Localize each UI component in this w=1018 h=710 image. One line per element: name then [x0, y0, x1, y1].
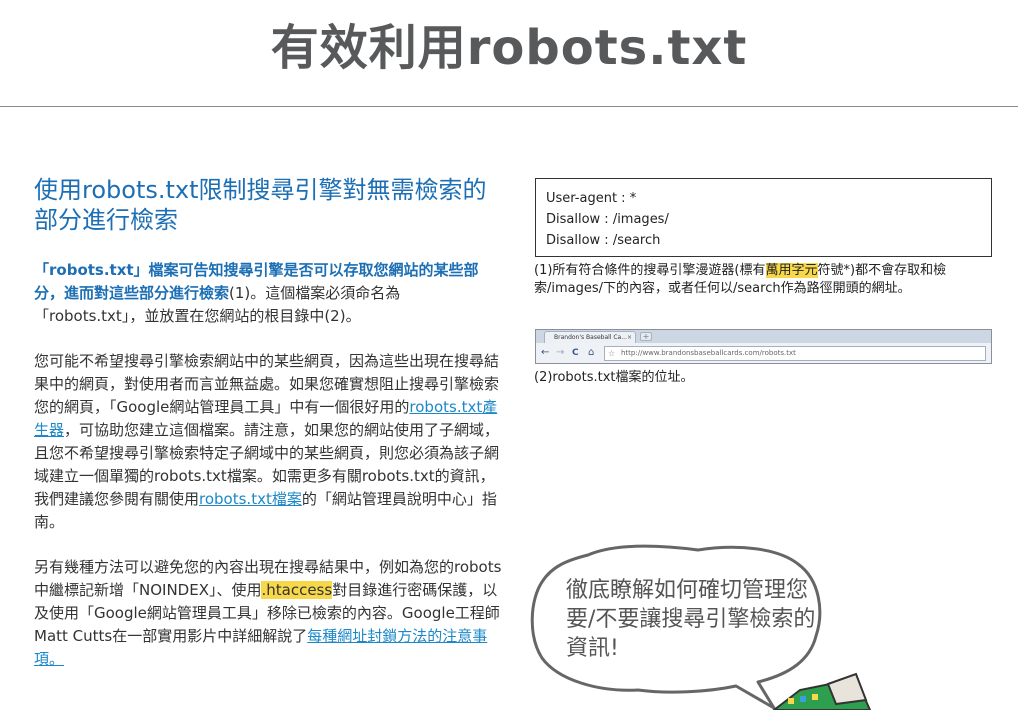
- section-heading: 使用robots.txt限制搜尋引擎對無需檢索的部分進行檢索: [34, 176, 487, 234]
- code-line: Disallow : /search: [546, 233, 661, 248]
- robots-code-example: User-agent : * Disallow : /images/ Disal…: [535, 178, 992, 257]
- paragraph-generator: 您可能不希望搜尋引擎檢索網站中的某些網頁，因為這些出現在搜尋結果中的網頁，對使用…: [34, 350, 502, 534]
- code-caption: (1)所有符合條件的搜尋引擎漫遊器(標有萬用字元符號*)都不會存取和檢索/ima…: [534, 262, 1004, 298]
- browser-screenshot: Brandon's Baseball Ca... × + ← → C ⌂ ☆ h…: [535, 329, 992, 364]
- mascot-illustration: [772, 672, 872, 710]
- browser-tab: Brandon's Baseball Ca... ×: [544, 331, 636, 343]
- address-url: http://www.brandonsbaseballcards.com/rob…: [621, 349, 796, 357]
- browser-nav-bar: ← → C ⌂ ☆ http://www.brandonsbaseballcar…: [536, 343, 991, 363]
- forward-arrow-icon: →: [556, 347, 565, 358]
- address-bar: ☆ http://www.brandonsbaseballcards.com/r…: [604, 346, 986, 361]
- paragraph-intro: 「robots.txt」檔案可告知搜尋引擎是否可以存取您網站的某些部分，進而對這…: [34, 259, 502, 328]
- reload-icon: C: [572, 348, 579, 358]
- new-tab-icon: +: [640, 332, 652, 341]
- code-line: Disallow : /images/: [546, 212, 669, 227]
- code-line: User-agent : *: [546, 191, 637, 206]
- bubble-text: 徹底瞭解如何確切管理您要/不要讓搜尋引擎檢索的資訊!: [566, 578, 816, 661]
- back-arrow-icon: ←: [541, 347, 550, 358]
- home-icon: ⌂: [588, 347, 595, 358]
- star-icon: ☆: [608, 349, 616, 358]
- page-title: 有效利用robots.txt: [270, 20, 748, 76]
- tab-title: Brandon's Baseball Ca...: [554, 334, 627, 341]
- htaccess-highlight: .htaccess: [261, 581, 333, 599]
- main-article: 使用robots.txt限制搜尋引擎對無需檢索的部分進行檢索 「robots.t…: [34, 175, 502, 693]
- browser-tab-bar: Brandon's Baseball Ca... × +: [536, 330, 991, 343]
- caption1-text-a: (1)所有符合條件的搜尋引擎漫遊器(標有: [534, 263, 766, 278]
- wildcard-highlight: 萬用字元: [765, 263, 818, 278]
- browser-caption: (2)robots.txt檔案的位址。: [534, 370, 694, 385]
- title-divider: [0, 106, 1018, 107]
- paragraph-methods: 另有幾種方法可以避免您的內容出現在搜尋結果中，例如為您的robots中繼標記新增…: [34, 556, 502, 671]
- robots-file-link[interactable]: robots.txt檔案: [199, 490, 302, 508]
